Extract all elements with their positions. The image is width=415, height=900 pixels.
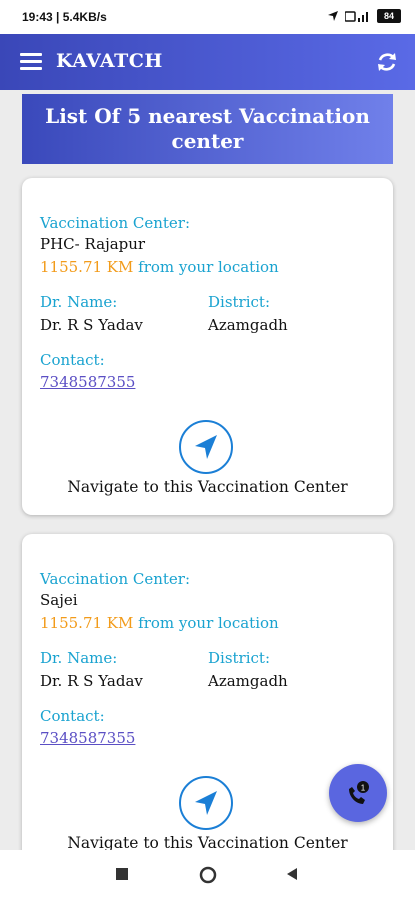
doctor-label: Dr. Name: (40, 649, 118, 667)
contact-label: Contact: (40, 707, 105, 725)
call-fab-button[interactable]: 1 (329, 764, 387, 822)
app-title: KAVATCH (56, 50, 163, 72)
district-label: District: (208, 649, 270, 667)
system-nav-bar (0, 850, 415, 900)
battery-icon: 84 (377, 9, 401, 23)
distance-text: 1155.71 KM from your location (40, 614, 279, 632)
status-bar: 19:43 | 5.4KB/s 84 (0, 0, 415, 34)
app-bar: KAVATCH (0, 34, 415, 90)
navigate-label[interactable]: Navigate to this Vaccination Center (22, 478, 393, 496)
distance-value: 1155.71 KM (40, 258, 134, 276)
phone-call-icon: 1 (349, 781, 369, 804)
navigate-button[interactable] (179, 776, 233, 830)
recents-icon[interactable] (115, 867, 129, 881)
distance-value: 1155.71 KM (40, 614, 134, 632)
doctor-label: Dr. Name: (40, 293, 118, 311)
district-name: Azamgadh (208, 316, 288, 334)
location-icon (328, 11, 338, 21)
contact-phone-link[interactable]: 7348587355 (40, 729, 135, 747)
center-label: Vaccination Center: (40, 214, 191, 232)
banner-line-2: center (171, 129, 244, 153)
banner-line-1: List Of 5 nearest Vaccination (45, 104, 370, 128)
back-icon[interactable] (285, 867, 299, 881)
center-label: Vaccination Center: (40, 570, 191, 588)
contact-label: Contact: (40, 351, 105, 369)
refresh-icon[interactable] (375, 50, 399, 74)
svg-text:1: 1 (361, 784, 366, 793)
distance-suffix: from your location (138, 614, 279, 632)
distance-text: 1155.71 KM from your location (40, 258, 279, 276)
home-icon[interactable] (199, 866, 217, 884)
center-name: PHC- Rajapur (40, 235, 146, 253)
district-label: District: (208, 293, 270, 311)
status-time: 19:43 | 5.4KB/s (22, 10, 107, 24)
signal-icon (345, 11, 368, 22)
distance-suffix: from your location (138, 258, 279, 276)
center-name: Sajei (40, 591, 78, 609)
navigation-arrow-icon (195, 791, 217, 815)
doctor-name: Dr. R S Yadav (40, 316, 143, 334)
page-title-banner: List Of 5 nearest Vaccination center (22, 94, 393, 164)
vaccination-center-card: Vaccination Center: PHC- Rajapur 1155.71… (22, 178, 393, 515)
contact-phone-link[interactable]: 7348587355 (40, 373, 135, 391)
navigation-arrow-icon (195, 435, 217, 459)
status-icons: 84 (327, 9, 401, 23)
navigate-button[interactable] (179, 420, 233, 474)
hamburger-menu-icon[interactable] (20, 53, 42, 71)
district-name: Azamgadh (208, 672, 288, 690)
doctor-name: Dr. R S Yadav (40, 672, 143, 690)
